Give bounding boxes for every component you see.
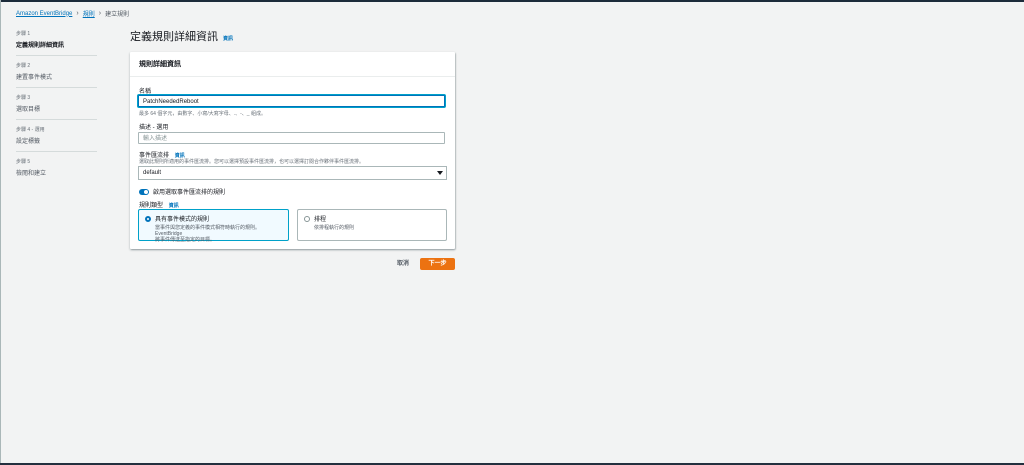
step-5: 步驟 5 檢閱和建立 bbox=[16, 158, 97, 183]
chevron-right-icon: › bbox=[98, 9, 102, 17]
event-bus-select[interactable]: default bbox=[138, 166, 447, 180]
step-title: 建置事件模式 bbox=[16, 75, 53, 81]
step-number: 步驟 5 bbox=[16, 159, 31, 165]
panel-header: 規則詳細資訊 bbox=[130, 52, 455, 77]
caret-down-icon bbox=[437, 171, 443, 175]
radio-button-checked[interactable] bbox=[145, 215, 151, 222]
step-2: 步驟 2 建置事件模式 bbox=[16, 62, 97, 88]
enable-rule-toggle[interactable] bbox=[139, 188, 149, 195]
page-title: 定義規則詳細資訊 資訊 bbox=[130, 28, 233, 44]
enable-rule-toggle-row: 啟用選取事件匯流排的規則 bbox=[139, 187, 225, 196]
breadcrumb-current: 建立規則 bbox=[105, 12, 130, 18]
name-input-value: PatchNeededReboot bbox=[143, 99, 199, 105]
page-title-text: 定義規則詳細資訊 bbox=[130, 31, 218, 43]
name-label: 名稱 bbox=[139, 89, 152, 95]
step-title: 定義規則詳細資訊 bbox=[16, 43, 65, 49]
step-title: 檢閱和建立 bbox=[16, 171, 47, 177]
step-title: 設定標籤 bbox=[16, 139, 41, 145]
step-number: 步驟 1 bbox=[16, 31, 31, 37]
next-button[interactable]: 下一步 bbox=[420, 258, 455, 270]
name-hint: 最多 64 個字元，由數字、小寫/大寫字母、.、-、_ 組成。 bbox=[139, 111, 266, 117]
toggle-knob bbox=[144, 189, 148, 194]
rule-details-panel: 規則詳細資訊 名稱 PatchNeededReboot 最多 64 個字元，由數… bbox=[130, 52, 455, 249]
cancel-button[interactable]: 取消 bbox=[392, 258, 414, 270]
rule-type-label-row: 規則類型 資訊 bbox=[139, 200, 179, 209]
chevron-right-icon: › bbox=[76, 9, 79, 17]
option-description-line2: 將事件傳送至指定的目標。 bbox=[155, 237, 216, 243]
step-3: 步驟 3 選取目標 bbox=[16, 94, 97, 120]
step-title: 選取目標 bbox=[16, 107, 41, 113]
breadcrumb-rules-link[interactable]: 規則 bbox=[83, 9, 95, 18]
top-border bbox=[0, 0, 1024, 2]
option-description-line1: 當事件與您定義的事件模式相符時執行的規則。EventBridge bbox=[155, 225, 261, 237]
radio-row: 排程 bbox=[304, 214, 440, 223]
wizard-steps: 步驟 1 定義規則詳細資訊 步驟 2 建置事件模式 步驟 3 選取目標 步驟 4… bbox=[16, 30, 97, 189]
name-input[interactable]: PatchNeededReboot bbox=[138, 95, 445, 107]
radio-row: 具有事件模式的規則 bbox=[145, 214, 282, 223]
option-title: 排程 bbox=[314, 217, 327, 223]
option-title: 具有事件模式的規則 bbox=[155, 217, 210, 223]
enable-rule-toggle-label: 啟用選取事件匯流排的規則 bbox=[153, 190, 226, 196]
breadcrumb-eventbridge-link[interactable]: Amazon EventBridge bbox=[16, 11, 72, 17]
description-input[interactable]: 輸入描述 bbox=[138, 132, 445, 144]
step-4: 步驟 4 - 選用 設定標籤 bbox=[16, 126, 97, 152]
radio-button-unchecked[interactable] bbox=[304, 215, 310, 222]
description-placeholder: 輸入描述 bbox=[143, 136, 168, 142]
step-1: 步驟 1 定義規則詳細資訊 bbox=[16, 30, 97, 56]
left-border bbox=[0, 0, 1, 465]
page-info-link[interactable]: 資訊 bbox=[223, 35, 233, 42]
panel-title: 規則詳細資訊 bbox=[139, 61, 181, 68]
event-bus-selected: default bbox=[143, 170, 162, 176]
step-number: 步驟 4 - 選用 bbox=[16, 127, 45, 133]
step-number: 步驟 2 bbox=[16, 63, 31, 69]
breadcrumb: Amazon EventBridge › 規則 › 建立規則 bbox=[16, 9, 130, 19]
event-bus-description: 選取此規則所適用的事件匯流排。您可以選擇預設事件匯流排，也可以選擇訂閱合作夥伴事… bbox=[139, 159, 365, 165]
rule-type-event-pattern-option[interactable]: 具有事件模式的規則 當事件與您定義的事件模式相符時執行的規則。EventBrid… bbox=[138, 209, 289, 243]
description-label: 描述 - 選用 bbox=[139, 125, 169, 131]
option-description-line1: 依排程執行的規則 bbox=[314, 225, 355, 231]
rule-type-schedule-option[interactable]: 排程 依排程執行的規則 bbox=[297, 209, 447, 241]
step-number: 步驟 3 bbox=[16, 95, 31, 101]
